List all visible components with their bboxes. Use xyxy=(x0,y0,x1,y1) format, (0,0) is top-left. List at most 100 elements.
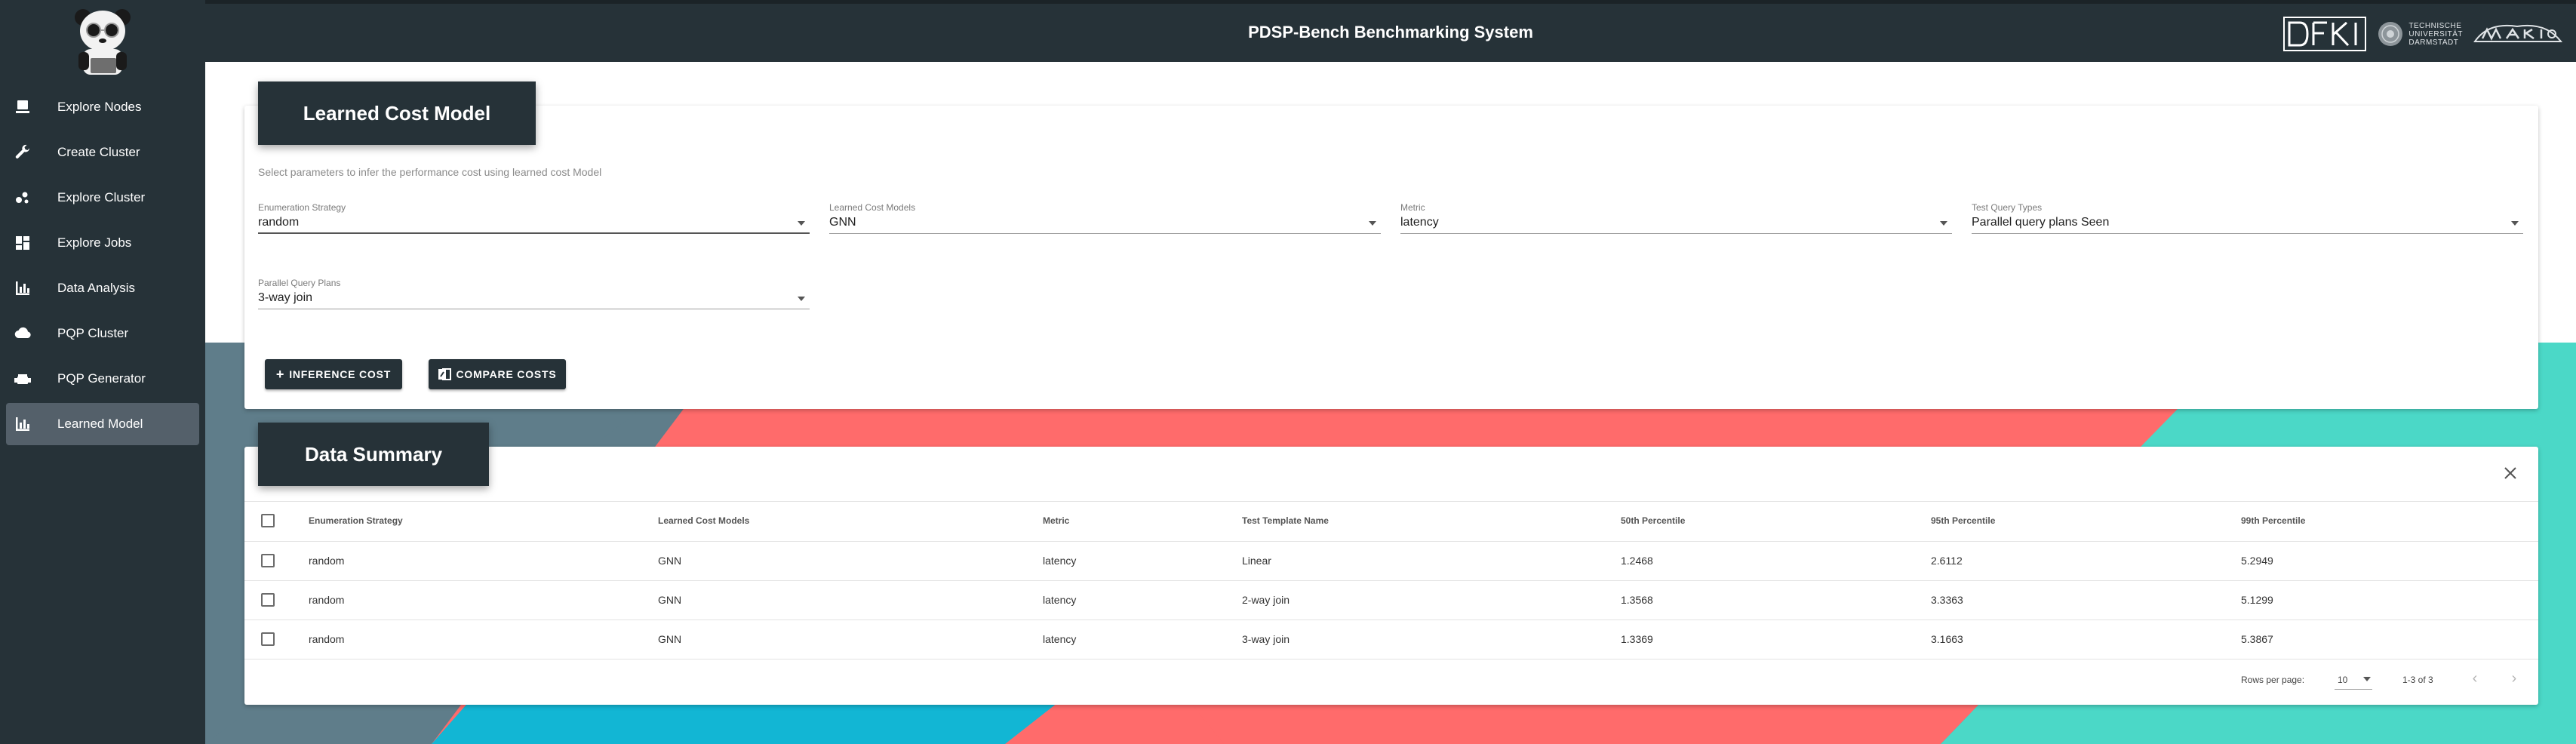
enumeration-strategy-select[interactable]: Enumeration Strategy random xyxy=(258,202,810,234)
compare-icon xyxy=(438,368,452,380)
table-row[interactable]: random GNN latency 2-way join 1.3568 3.3… xyxy=(244,581,2538,620)
row-checkbox[interactable] xyxy=(261,593,275,607)
university-seal-icon xyxy=(2378,22,2403,46)
rows-per-page-label: Rows per page: xyxy=(2241,675,2305,685)
sidebar-item-learned-model[interactable]: Learned Model xyxy=(6,403,199,445)
learned-cost-model-subtitle: Select parameters to infer the performan… xyxy=(258,166,602,178)
sidebar-item-label: Explore Cluster xyxy=(57,190,146,204)
field-label: Learned Cost Models xyxy=(829,202,916,213)
sidebar-item-label: Explore Nodes xyxy=(57,100,142,114)
table-cell: random xyxy=(309,594,345,606)
plus-icon: + xyxy=(275,367,285,382)
learned-cost-model-card xyxy=(244,106,2538,409)
table-cell: 1.3568 xyxy=(1621,594,1653,606)
university-line: UNIVERSITÄT xyxy=(2408,29,2463,38)
column-header[interactable]: 95th Percentile xyxy=(1931,515,1995,526)
table-cell: GNN xyxy=(658,594,682,606)
table-pagination: Rows per page: 10 1-3 of 3 ‹ › xyxy=(244,661,2538,700)
table-row[interactable]: random GNN latency Linear 1.2468 2.6112 … xyxy=(244,542,2538,581)
table-cell: GNN xyxy=(658,633,682,645)
top-app-bar: PDSP-Bench Benchmarking System TECHNISCH… xyxy=(205,0,2576,62)
sidebar-item-label: Learned Model xyxy=(57,417,143,431)
maki-logo-icon xyxy=(2473,24,2562,42)
app-title: PDSP-Bench Benchmarking System xyxy=(1248,23,1533,42)
bar-chart-icon xyxy=(16,281,29,295)
sidebar-item-create-cluster[interactable]: Create Cluster xyxy=(6,131,199,174)
button-label: COMPARE COSTS xyxy=(456,368,557,380)
table-cell: 1.3369 xyxy=(1621,633,1653,645)
inference-cost-button[interactable]: + INFERENCE COST xyxy=(265,359,402,389)
data-summary-title: Data Summary xyxy=(258,423,489,486)
table-cell: 3-way join xyxy=(1242,633,1290,645)
field-label: Test Query Types xyxy=(1972,202,2043,213)
sidebar-item-label: Create Cluster xyxy=(57,145,140,159)
field-value: random xyxy=(258,216,300,229)
pagination-range: 1-3 of 3 xyxy=(2402,675,2433,685)
select-all-checkbox[interactable] xyxy=(261,514,275,527)
test-query-types-select[interactable]: Test Query Types Parallel query plans Se… xyxy=(1972,202,2523,234)
sidebar-item-data-analysis[interactable]: Data Analysis xyxy=(6,267,199,309)
column-header[interactable]: Metric xyxy=(1043,515,1069,526)
table-cell: random xyxy=(309,555,345,567)
previous-page-icon[interactable]: ‹ xyxy=(2467,671,2482,687)
table-header-row: Enumeration Strategy Learned Cost Models… xyxy=(244,501,2538,542)
column-header[interactable]: Learned Cost Models xyxy=(658,515,749,526)
sidebar: Explore Nodes Create Cluster Explore Clu… xyxy=(0,0,205,744)
rows-per-page-select[interactable]: 10 xyxy=(2335,669,2372,690)
column-header[interactable]: 50th Percentile xyxy=(1621,515,1685,526)
sidebar-item-explore-cluster[interactable]: Explore Cluster xyxy=(6,177,199,219)
parallel-query-plans-select[interactable]: Parallel Query Plans 3-way join xyxy=(258,278,810,309)
column-header[interactable]: Enumeration Strategy xyxy=(309,515,403,526)
column-header[interactable]: Test Template Name xyxy=(1242,515,1329,526)
cloud-icon xyxy=(14,327,31,339)
close-icon[interactable] xyxy=(2502,465,2519,481)
logo-container xyxy=(0,0,205,83)
learned-cost-models-select[interactable]: Learned Cost Models GNN xyxy=(829,202,1381,234)
data-summary-table: Enumeration Strategy Learned Cost Models… xyxy=(244,501,2538,659)
university-line: TECHNISCHE xyxy=(2408,21,2462,30)
table-cell: latency xyxy=(1043,633,1077,645)
sidebar-item-label: PQP Cluster xyxy=(57,326,129,340)
sidebar-item-explore-jobs[interactable]: Explore Jobs xyxy=(6,222,199,264)
dropdown-arrow-icon xyxy=(1369,221,1376,226)
table-cell: latency xyxy=(1043,555,1077,567)
university-line: DARMSTADT xyxy=(2408,38,2459,47)
field-value: 3-way join xyxy=(258,291,313,304)
university-name: TECHNISCHE UNIVERSITÄT DARMSTADT xyxy=(2408,22,2463,47)
dropdown-arrow-icon xyxy=(798,221,805,226)
button-label: INFERENCE COST xyxy=(289,368,392,380)
table-row[interactable]: random GNN latency 3-way join 1.3369 3.1… xyxy=(244,620,2538,659)
column-header[interactable]: 99th Percentile xyxy=(2241,515,2305,526)
sidebar-item-pqp-generator[interactable]: PQP Generator xyxy=(6,358,199,400)
sidebar-item-pqp-cluster[interactable]: PQP Cluster xyxy=(6,312,199,355)
sidebar-item-label: PQP Generator xyxy=(57,371,146,386)
table-cell: GNN xyxy=(658,555,682,567)
compare-costs-button[interactable]: COMPARE COSTS xyxy=(429,359,566,389)
table-cell: 2-way join xyxy=(1242,594,1290,606)
engine-icon xyxy=(14,374,31,384)
field-label: Metric xyxy=(1400,202,1425,213)
table-cell: 5.2949 xyxy=(2241,555,2273,567)
sidebar-item-explore-nodes[interactable]: Explore Nodes xyxy=(6,86,199,128)
row-checkbox[interactable] xyxy=(261,632,275,646)
field-value: Parallel query plans Seen xyxy=(1972,216,2110,229)
dashboard-icon xyxy=(16,236,29,250)
field-label: Parallel Query Plans xyxy=(258,278,341,288)
dropdown-arrow-icon xyxy=(1940,221,1947,226)
wrench-icon xyxy=(15,144,30,158)
table-cell: 3.3363 xyxy=(1931,594,1963,606)
rows-per-page-value: 10 xyxy=(2338,675,2348,685)
sidebar-nav: Explore Nodes Create Cluster Explore Clu… xyxy=(0,86,205,445)
next-page-icon[interactable]: › xyxy=(2507,671,2522,687)
table-cell: Linear xyxy=(1242,555,1271,567)
table-cell: 3.1663 xyxy=(1931,633,1963,645)
field-value: GNN xyxy=(829,216,856,229)
partner-logos: TECHNISCHE UNIVERSITÄT DARMSTADT xyxy=(2283,17,2562,51)
metric-select[interactable]: Metric latency xyxy=(1400,202,1952,234)
learned-cost-model-title: Learned Cost Model xyxy=(258,81,536,145)
row-checkbox[interactable] xyxy=(261,554,275,567)
panda-logo-icon xyxy=(75,9,131,75)
sidebar-item-label: Explore Jobs xyxy=(57,235,132,250)
table-cell: 5.1299 xyxy=(2241,594,2273,606)
table-cell: latency xyxy=(1043,594,1077,606)
